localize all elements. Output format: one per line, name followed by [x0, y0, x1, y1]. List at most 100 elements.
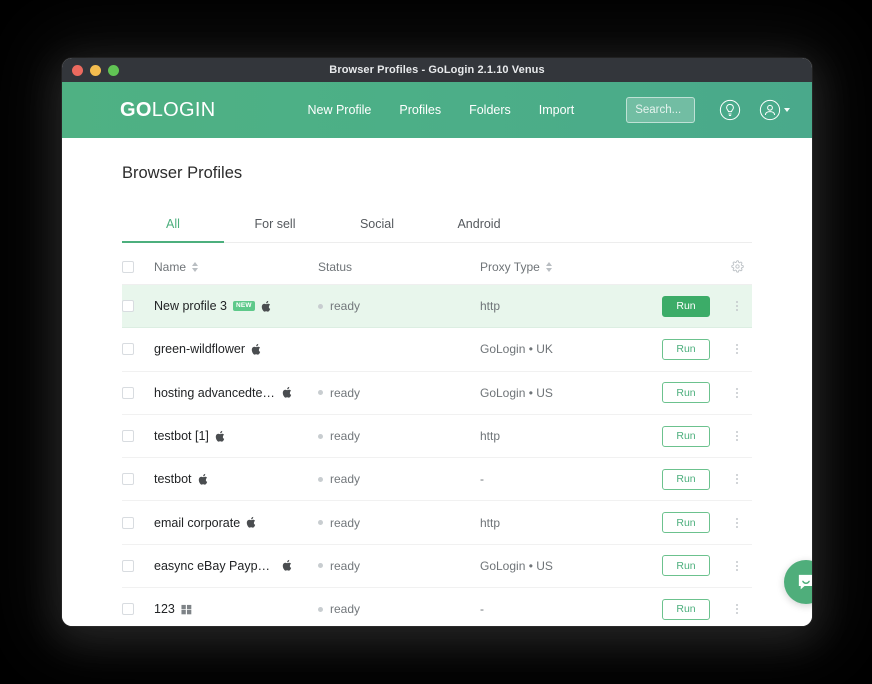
- row-name-cell: easync eBay Paypal here: [154, 559, 318, 573]
- row-run-cell: Run: [650, 338, 722, 360]
- run-button[interactable]: Run: [662, 468, 710, 490]
- proxy-type: http: [480, 299, 501, 314]
- row-menu-button[interactable]: [722, 301, 752, 312]
- row-status-cell: ready: [318, 386, 480, 400]
- table-row[interactable]: testbot ready - Run: [122, 458, 752, 502]
- row-checkbox[interactable]: [122, 516, 134, 529]
- lightbulb-button[interactable]: [719, 99, 741, 121]
- run-button[interactable]: Run: [662, 338, 710, 360]
- maximize-window-button[interactable]: [108, 64, 119, 76]
- proxy-type: http: [480, 429, 501, 444]
- sort-proxy-icon[interactable]: [545, 261, 552, 272]
- apple-icon: [251, 343, 262, 356]
- profile-name: testbot [1]: [154, 429, 209, 444]
- window-titlebar: Browser Profiles - GoLogin 2.1.10 Venus: [62, 58, 812, 82]
- row-select-cell: [122, 603, 154, 616]
- proxy-type: GoLogin • US: [480, 385, 553, 400]
- run-button[interactable]: Run: [662, 425, 710, 447]
- table-row[interactable]: 123 ready - Run: [122, 588, 752, 626]
- chat-bubble-button[interactable]: [784, 560, 812, 604]
- more-options-icon: [736, 474, 738, 485]
- row-select-cell: [122, 300, 154, 313]
- row-menu-button[interactable]: [722, 604, 752, 615]
- account-menu-button[interactable]: [759, 99, 790, 121]
- row-select-cell: [122, 473, 154, 486]
- row-name-cell: testbot [1]: [154, 429, 318, 443]
- app-window: Browser Profiles - GoLogin 2.1.10 Venus …: [62, 58, 812, 626]
- row-checkbox[interactable]: [122, 430, 134, 443]
- row-checkbox[interactable]: [122, 386, 134, 399]
- close-window-button[interactable]: [72, 64, 83, 76]
- run-button[interactable]: Run: [662, 555, 710, 577]
- nav-folders[interactable]: Folders: [469, 103, 511, 117]
- tab-android[interactable]: Android: [428, 209, 530, 243]
- table-settings-button[interactable]: [722, 260, 752, 273]
- run-button[interactable]: Run: [662, 598, 710, 620]
- more-options-icon: [736, 387, 738, 398]
- header-name-label: Name: [154, 259, 187, 274]
- more-options-icon: [736, 560, 738, 571]
- nav-import[interactable]: Import: [539, 103, 574, 117]
- row-menu-button[interactable]: [722, 560, 752, 571]
- run-button[interactable]: Run: [662, 512, 710, 534]
- run-button[interactable]: Run: [662, 295, 710, 317]
- search-box[interactable]: [626, 97, 695, 123]
- row-proxy-cell: GoLogin • US: [480, 559, 650, 573]
- row-checkbox[interactable]: [122, 603, 134, 616]
- row-menu-button[interactable]: [722, 474, 752, 485]
- search-input[interactable]: [635, 104, 686, 116]
- row-proxy-cell: -: [480, 472, 650, 486]
- status-badge: ready: [318, 559, 360, 573]
- minimize-window-button[interactable]: [90, 64, 101, 76]
- status-dot: [318, 606, 323, 612]
- profile-name: testbot: [154, 472, 192, 487]
- row-select-cell: [122, 559, 154, 572]
- table-row[interactable]: testbot [1] ready http Run: [122, 415, 752, 459]
- row-checkbox[interactable]: [122, 473, 134, 486]
- tab-all[interactable]: All: [122, 209, 224, 243]
- row-proxy-cell: GoLogin • UK: [480, 342, 650, 356]
- profile-name: hosting advancedtech-a…: [154, 385, 276, 400]
- status-badge: ready: [318, 472, 360, 486]
- header-name-cell: Name: [154, 260, 318, 274]
- row-checkbox[interactable]: [122, 300, 134, 313]
- table-row[interactable]: hosting advancedtech-a… ready GoLogin • US…: [122, 372, 752, 415]
- row-menu-button[interactable]: [722, 387, 752, 398]
- sort-name-icon[interactable]: [192, 261, 199, 272]
- status-dot: [318, 433, 323, 439]
- proxy-type: GoLogin • UK: [480, 342, 553, 357]
- row-menu-button[interactable]: [722, 344, 752, 355]
- logo-login: LOGIN: [151, 98, 216, 121]
- row-status-cell: ready: [318, 602, 480, 616]
- row-name-cell: 123: [154, 602, 318, 616]
- tab-social[interactable]: Social: [326, 209, 428, 243]
- more-options-icon: [736, 344, 738, 355]
- status-dot: [318, 303, 323, 309]
- status-badge: ready: [318, 429, 360, 443]
- new-badge: NEW: [232, 301, 255, 311]
- row-name-cell: email corporate: [154, 516, 318, 530]
- gologin-logo: GOLOGIN: [120, 99, 215, 122]
- profile-name: New profile 3: [154, 299, 227, 314]
- status-text: ready: [330, 602, 361, 617]
- row-checkbox[interactable]: [122, 559, 134, 572]
- nav-profiles[interactable]: Profiles: [399, 103, 441, 117]
- main-content: Browser Profiles All For sell Social And…: [62, 138, 812, 626]
- table-row[interactable]: New profile 3 NEW ready http Run: [122, 285, 752, 329]
- table-row[interactable]: easync eBay Paypal here ready GoLogin • US…: [122, 545, 752, 589]
- row-run-cell: Run: [650, 382, 722, 404]
- table-row[interactable]: email corporate ready http Run: [122, 501, 752, 545]
- row-status-cell: ready: [318, 429, 480, 443]
- table-row[interactable]: green-wildflower GoLogin • UK Run: [122, 328, 752, 372]
- row-checkbox[interactable]: [122, 343, 134, 356]
- chevron-down-icon: [784, 108, 790, 112]
- select-all-checkbox[interactable]: [122, 260, 134, 273]
- logo-go: GO: [120, 98, 152, 121]
- row-run-cell: Run: [650, 425, 722, 447]
- tab-for-sell[interactable]: For sell: [224, 209, 326, 243]
- row-menu-button[interactable]: [722, 517, 752, 528]
- row-name-cell: testbot: [154, 472, 318, 486]
- row-menu-button[interactable]: [722, 431, 752, 442]
- run-button[interactable]: Run: [662, 382, 710, 404]
- nav-new-profile[interactable]: New Profile: [307, 103, 371, 117]
